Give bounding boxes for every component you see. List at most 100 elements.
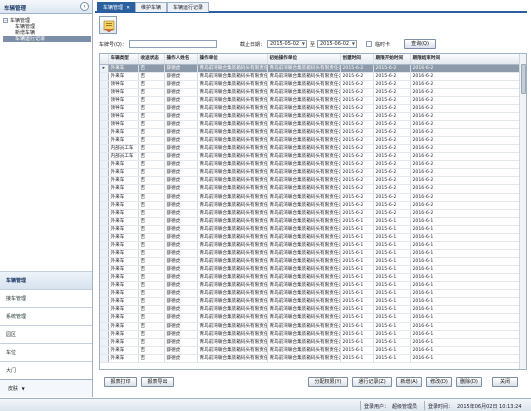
section-parking-space[interactable]: 车位: [0, 343, 92, 361]
table-cell[interactable]: 外来车: [108, 160, 139, 170]
table-cell[interactable]: 外来车: [108, 168, 139, 178]
table-cell[interactable]: 2015-6-1: [373, 241, 411, 250]
table-cell[interactable]: 外来车: [108, 209, 139, 218]
table-row[interactable]: 领导车否薛德虎青岛前湾联合集装箱码头有限责任公司青岛前湾联合集装箱码头有限责任公…: [100, 80, 522, 89]
table-cell[interactable]: 否: [138, 354, 165, 363]
table-cell[interactable]: 青岛前湾联合集装箱码头有限责任公司: [197, 80, 268, 89]
table-cell[interactable]: 青岛前湾联合集装箱码头有限责任公司: [197, 72, 268, 81]
table-cell[interactable]: 否: [138, 80, 165, 89]
table-cell[interactable]: 外来车: [108, 257, 139, 267]
table-cell[interactable]: 2015-6-1: [373, 265, 411, 275]
search-button[interactable]: 查询(Q): [404, 39, 436, 49]
row-header[interactable]: [100, 88, 109, 97]
row-header[interactable]: [100, 338, 109, 347]
table-cell[interactable]: 2015-6-1: [373, 330, 411, 339]
table-cell[interactable]: 2015-6-2: [340, 152, 374, 162]
temp-card-checkbox[interactable]: [366, 41, 372, 47]
row-header[interactable]: [100, 201, 109, 210]
table-row[interactable]: ▸外来车否薛德虎青岛前湾联合集装箱码头有限责任公司青岛前湾联合集装箱码头有限责任…: [100, 64, 522, 73]
table-cell[interactable]: 2015-6-2: [373, 96, 411, 105]
table-cell[interactable]: 2015-6-2: [340, 112, 374, 121]
table-cell[interactable]: 薛德虎: [164, 112, 198, 121]
close-icon[interactable]: ✕: [126, 5, 130, 11]
table-row[interactable]: 外来车否薛德虎青岛前湾联合集装箱码头有限责任公司青岛前湾联合集装箱码头有限责任公…: [100, 168, 522, 178]
table-cell[interactable]: 青岛前湾联合集装箱码头有限责任公司: [197, 209, 268, 218]
table-cell[interactable]: 青岛前湾联合集装箱码头有限责任公司: [267, 281, 341, 291]
table-cell[interactable]: 2016-6-2: [410, 176, 522, 186]
table-cell[interactable]: 薛德虎: [164, 80, 198, 89]
row-header[interactable]: [100, 257, 109, 267]
row-header[interactable]: [100, 176, 109, 186]
table-cell[interactable]: 2015-6-2: [373, 193, 411, 202]
row-header[interactable]: [100, 346, 109, 355]
table-cell[interactable]: 2015-6-1: [373, 313, 411, 323]
tree-root[interactable]: − 车辆管理: [3, 17, 91, 24]
table-cell[interactable]: 青岛前湾联合集装箱码头有限责任公司: [197, 313, 268, 323]
table-cell[interactable]: 2016-6-1: [410, 265, 522, 275]
table-cell[interactable]: 2015-6-2: [340, 136, 374, 146]
table-cell[interactable]: 青岛前湾联合集装箱码头有限责任公司: [197, 184, 268, 194]
table-cell[interactable]: 青岛前湾联合集装箱码头有限责任公司: [267, 104, 341, 113]
table-cell[interactable]: 2016-6-1: [410, 257, 522, 267]
table-cell[interactable]: 薛德虎: [164, 241, 198, 250]
assign-permission-button[interactable]: 分配权限(Y): [308, 377, 348, 387]
table-cell[interactable]: 否: [138, 144, 165, 154]
column-header[interactable]: 期限开始时间: [373, 54, 411, 65]
table-cell[interactable]: 2016-6-2: [410, 88, 522, 97]
table-cell[interactable]: 外来车: [108, 225, 139, 234]
table-row[interactable]: 外来车否薛德虎青岛前湾联合集装箱码头有限责任公司青岛前湾联合集装箱码头有限责任公…: [100, 273, 522, 283]
table-cell[interactable]: 外来车: [108, 176, 139, 186]
table-cell[interactable]: 薛德虎: [164, 257, 198, 267]
table-cell[interactable]: 2015-6-1: [373, 338, 411, 347]
table-cell[interactable]: 2015-6-2: [340, 96, 374, 105]
table-row[interactable]: 外来车否薛德虎青岛前湾联合集装箱码头有限责任公司青岛前湾联合集装箱码头有限责任公…: [100, 305, 522, 315]
export-report-button[interactable]: 报表导出: [141, 377, 174, 387]
date-from-picker[interactable]: 2015-05-02 ▼: [267, 40, 307, 48]
table-cell[interactable]: 青岛前湾联合集装箱码头有限责任公司: [197, 217, 268, 226]
table-cell[interactable]: 否: [138, 168, 165, 178]
table-cell[interactable]: 青岛前湾联合集装箱码头有限责任公司: [197, 273, 268, 283]
row-header[interactable]: [100, 112, 109, 121]
table-cell[interactable]: 青岛前湾联合集装箱码头有限责任公司: [267, 354, 341, 363]
row-header[interactable]: [100, 104, 109, 113]
table-cell[interactable]: 2015-6-2: [340, 201, 374, 210]
table-row[interactable]: 外来车否薛德虎青岛前湾联合集装箱码头有限责任公司青岛前湾联合集装箱码头有限责任公…: [100, 225, 522, 234]
table-cell[interactable]: 外来车: [108, 241, 139, 250]
table-cell[interactable]: 外来车: [108, 330, 139, 339]
table-row[interactable]: 外来车否薛德虎青岛前湾联合集装箱码头有限责任公司青岛前湾联合集装箱码头有限责任公…: [100, 313, 522, 323]
tree-expand-icon[interactable]: −: [3, 18, 8, 23]
table-cell[interactable]: 2015-6-1: [340, 289, 374, 299]
table-cell[interactable]: 2016-6-1: [410, 297, 522, 307]
table-cell[interactable]: 否: [138, 297, 165, 307]
column-header[interactable]: 创建时间: [340, 54, 374, 65]
table-row[interactable]: 外来车否薛德虎青岛前湾联合集装箱码头有限责任公司青岛前湾联合集装箱码头有限责任公…: [100, 128, 522, 138]
table-cell[interactable]: 2016-6-2: [410, 193, 522, 202]
table-cell[interactable]: 2015-6-2: [373, 160, 411, 170]
table-cell[interactable]: 2015-6-1: [340, 249, 374, 259]
table-cell[interactable]: 外来车: [108, 273, 139, 283]
table-cell[interactable]: 领导车: [108, 88, 139, 97]
table-cell[interactable]: 2015-6-2: [373, 201, 411, 210]
row-header[interactable]: ▸: [100, 64, 109, 73]
table-cell[interactable]: 薛德虎: [164, 201, 198, 210]
table-cell[interactable]: 薛德虎: [164, 354, 198, 363]
table-cell[interactable]: 青岛前湾联合集装箱码头有限责任公司: [267, 297, 341, 307]
table-cell[interactable]: 2016-6-1: [410, 338, 522, 347]
table-row[interactable]: 外来车否薛德虎青岛前湾联合集装箱码头有限责任公司青岛前湾联合集装箱码头有限责任公…: [100, 217, 522, 226]
collapse-left-icon[interactable]: ‹: [80, 2, 89, 11]
table-cell[interactable]: 2016-6-2: [410, 120, 522, 130]
table-cell[interactable]: 薛德虎: [164, 289, 198, 299]
table-cell[interactable]: 外来车: [108, 281, 139, 291]
table-cell[interactable]: 2015-6-2: [340, 88, 374, 97]
table-cell[interactable]: 2016-6-2: [410, 160, 522, 170]
table-cell[interactable]: 2015-6-1: [340, 225, 374, 234]
table-row[interactable]: 外来车否薛德虎青岛前湾联合集装箱码头有限责任公司青岛前湾联合集装箱码头有限责任公…: [100, 160, 522, 170]
table-cell[interactable]: 青岛前湾联合集装箱码头有限责任公司: [197, 104, 268, 113]
table-cell[interactable]: 2016-6-1: [410, 249, 522, 259]
row-header[interactable]: [100, 233, 109, 242]
table-cell[interactable]: 薛德虎: [164, 297, 198, 307]
table-cell[interactable]: 青岛前湾联合集装箱码头有限责任公司: [267, 330, 341, 339]
table-cell[interactable]: 否: [138, 152, 165, 162]
column-header[interactable]: 期限结束时间: [410, 54, 522, 65]
table-cell[interactable]: 否: [138, 217, 165, 226]
